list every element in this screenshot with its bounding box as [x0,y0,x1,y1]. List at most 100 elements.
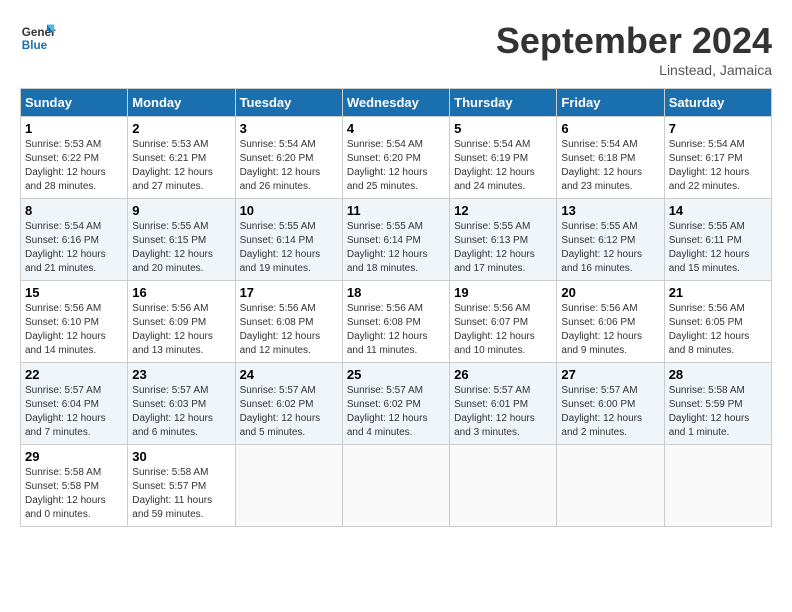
day-number: 27 [561,367,659,382]
day-info: Sunrise: 5:57 AM Sunset: 6:00 PM Dayligh… [561,384,659,440]
day-cell-14: 14 Sunrise: 5:55 AM Sunset: 6:11 PM Dayli… [664,199,771,281]
day-info: Sunrise: 5:55 AM Sunset: 6:14 PM Dayligh… [347,220,445,276]
day-cell-21: 21Sunrise: 5:56 AM Sunset: 6:05 PM Dayli… [664,281,771,363]
weekday-header-sunday: Sunday [21,89,128,117]
day-info: Sunrise: 5:54 AM Sunset: 6:19 PM Dayligh… [454,138,552,194]
day-cell-6: 6 Sunrise: 5:54 AM Sunset: 6:18 PM Daylig… [557,117,664,199]
weekday-header-thursday: Thursday [450,89,557,117]
day-info: Sunrise: 5:58 AM Sunset: 5:59 PM Dayligh… [669,384,767,440]
day-number: 12 [454,203,552,218]
day-number: 16 [132,285,230,300]
day-number: 15 [25,285,123,300]
day-cell-3: 3 Sunrise: 5:54 AM Sunset: 6:20 PM Daylig… [235,117,342,199]
day-cell-15: 15 Sunrise: 5:56 AM Sunset: 6:10 PM Dayli… [21,281,128,363]
day-info: Sunrise: 5:57 AM Sunset: 6:02 PM Dayligh… [240,384,338,440]
weekday-header-saturday: Saturday [664,89,771,117]
day-cell-19: 19 Sunrise: 5:56 AM Sunset: 6:07 PM Dayli… [450,281,557,363]
day-number: 19 [454,285,552,300]
day-number: 30 [132,449,230,464]
day-info: Sunrise: 5:56 AM Sunset: 6:05 PM Dayligh… [669,302,767,358]
day-cell-11: 11 Sunrise: 5:55 AM Sunset: 6:14 PM Dayli… [342,199,449,281]
day-cell-5: 5 Sunrise: 5:54 AM Sunset: 6:19 PM Daylig… [450,117,557,199]
day-number: 5 [454,121,552,136]
day-info: Sunrise: 5:57 AM Sunset: 6:02 PM Dayligh… [347,384,445,440]
day-info: Sunrise: 5:54 AM Sunset: 6:18 PM Dayligh… [561,138,659,194]
day-cell-4: 4 Sunrise: 5:54 AM Sunset: 6:20 PM Daylig… [342,117,449,199]
day-number: 26 [454,367,552,382]
day-cell-24: 24 Sunrise: 5:57 AM Sunset: 6:02 PM Dayli… [235,363,342,445]
day-info: Sunrise: 5:55 AM Sunset: 6:11 PM Dayligh… [669,220,767,276]
day-number: 4 [347,121,445,136]
day-cell-1: 1 Sunrise: 5:53 AM Sunset: 6:22 PM Daylig… [21,117,128,199]
day-number: 1 [25,121,123,136]
day-number: 10 [240,203,338,218]
day-cell-27: 27 Sunrise: 5:57 AM Sunset: 6:00 PM Dayli… [557,363,664,445]
day-number: 6 [561,121,659,136]
empty-cell [664,445,771,527]
day-number: 3 [240,121,338,136]
empty-cell [450,445,557,527]
day-cell-25: 25 Sunrise: 5:57 AM Sunset: 6:02 PM Dayli… [342,363,449,445]
location: Linstead, Jamaica [496,62,772,78]
day-number: 20 [561,285,659,300]
weekday-header-row: SundayMondayTuesdayWednesdayThursdayFrid… [21,89,772,117]
day-number: 18 [347,285,445,300]
day-cell-9: 9Sunrise: 5:55 AM Sunset: 6:15 PM Daylig… [128,199,235,281]
day-cell-17: 17Sunrise: 5:56 AM Sunset: 6:08 PM Dayli… [235,281,342,363]
day-number: 29 [25,449,123,464]
day-cell-30: 30Sunrise: 5:58 AM Sunset: 5:57 PM Dayli… [128,445,235,527]
day-number: 28 [669,367,767,382]
week-row-5: 29 Sunrise: 5:58 AM Sunset: 5:58 PM Dayli… [21,445,772,527]
day-info: Sunrise: 5:56 AM Sunset: 6:10 PM Dayligh… [25,302,123,358]
month-title: September 2024 [496,20,772,62]
empty-cell [342,445,449,527]
day-info: Sunrise: 5:54 AM Sunset: 6:20 PM Dayligh… [240,138,338,194]
day-number: 24 [240,367,338,382]
week-row-1: 1 Sunrise: 5:53 AM Sunset: 6:22 PM Daylig… [21,117,772,199]
svg-text:Blue: Blue [22,39,48,52]
day-info: Sunrise: 5:55 AM Sunset: 6:13 PM Dayligh… [454,220,552,276]
week-row-2: 8 Sunrise: 5:54 AM Sunset: 6:16 PM Daylig… [21,199,772,281]
day-number: 7 [669,121,767,136]
day-cell-22: 22Sunrise: 5:57 AM Sunset: 6:04 PM Dayli… [21,363,128,445]
day-cell-23: 23 Sunrise: 5:57 AM Sunset: 6:03 PM Dayli… [128,363,235,445]
logo: General Blue [20,20,60,56]
day-number: 14 [669,203,767,218]
day-cell-13: 13Sunrise: 5:55 AM Sunset: 6:12 PM Dayli… [557,199,664,281]
day-info: Sunrise: 5:54 AM Sunset: 6:17 PM Dayligh… [669,138,767,194]
day-cell-10: 10Sunrise: 5:55 AM Sunset: 6:14 PM Dayli… [235,199,342,281]
day-info: Sunrise: 5:53 AM Sunset: 6:22 PM Dayligh… [25,138,123,194]
day-info: Sunrise: 5:55 AM Sunset: 6:12 PM Dayligh… [561,220,659,276]
day-number: 11 [347,203,445,218]
logo-icon: General Blue [20,20,56,56]
day-cell-29: 29 Sunrise: 5:58 AM Sunset: 5:58 PM Dayli… [21,445,128,527]
day-number: 25 [347,367,445,382]
day-number: 8 [25,203,123,218]
day-number: 9 [132,203,230,218]
weekday-header-monday: Monday [128,89,235,117]
weekday-header-wednesday: Wednesday [342,89,449,117]
week-row-3: 15 Sunrise: 5:56 AM Sunset: 6:10 PM Dayli… [21,281,772,363]
day-info: Sunrise: 5:58 AM Sunset: 5:58 PM Dayligh… [25,466,123,522]
day-cell-16: 16Sunrise: 5:56 AM Sunset: 6:09 PM Dayli… [128,281,235,363]
week-row-4: 22Sunrise: 5:57 AM Sunset: 6:04 PM Dayli… [21,363,772,445]
page-header: General Blue September 2024 Linstead, Ja… [20,20,772,78]
day-info: Sunrise: 5:54 AM Sunset: 6:16 PM Dayligh… [25,220,123,276]
day-number: 23 [132,367,230,382]
day-info: Sunrise: 5:57 AM Sunset: 6:03 PM Dayligh… [132,384,230,440]
day-info: Sunrise: 5:56 AM Sunset: 6:07 PM Dayligh… [454,302,552,358]
empty-cell [235,445,342,527]
day-cell-2: 2 Sunrise: 5:53 AM Sunset: 6:21 PM Daylig… [128,117,235,199]
weekday-header-friday: Friday [557,89,664,117]
day-info: Sunrise: 5:53 AM Sunset: 6:21 PM Dayligh… [132,138,230,194]
day-cell-28: 28 Sunrise: 5:58 AM Sunset: 5:59 PM Dayli… [664,363,771,445]
day-cell-20: 20 Sunrise: 5:56 AM Sunset: 6:06 PM Dayli… [557,281,664,363]
day-cell-12: 12 Sunrise: 5:55 AM Sunset: 6:13 PM Dayli… [450,199,557,281]
day-cell-7: 7 Sunrise: 5:54 AM Sunset: 6:17 PM Daylig… [664,117,771,199]
day-cell-26: 26Sunrise: 5:57 AM Sunset: 6:01 PM Dayli… [450,363,557,445]
day-info: Sunrise: 5:57 AM Sunset: 6:04 PM Dayligh… [25,384,123,440]
day-info: Sunrise: 5:56 AM Sunset: 6:08 PM Dayligh… [240,302,338,358]
day-number: 2 [132,121,230,136]
day-info: Sunrise: 5:56 AM Sunset: 6:06 PM Dayligh… [561,302,659,358]
day-info: Sunrise: 5:54 AM Sunset: 6:20 PM Dayligh… [347,138,445,194]
